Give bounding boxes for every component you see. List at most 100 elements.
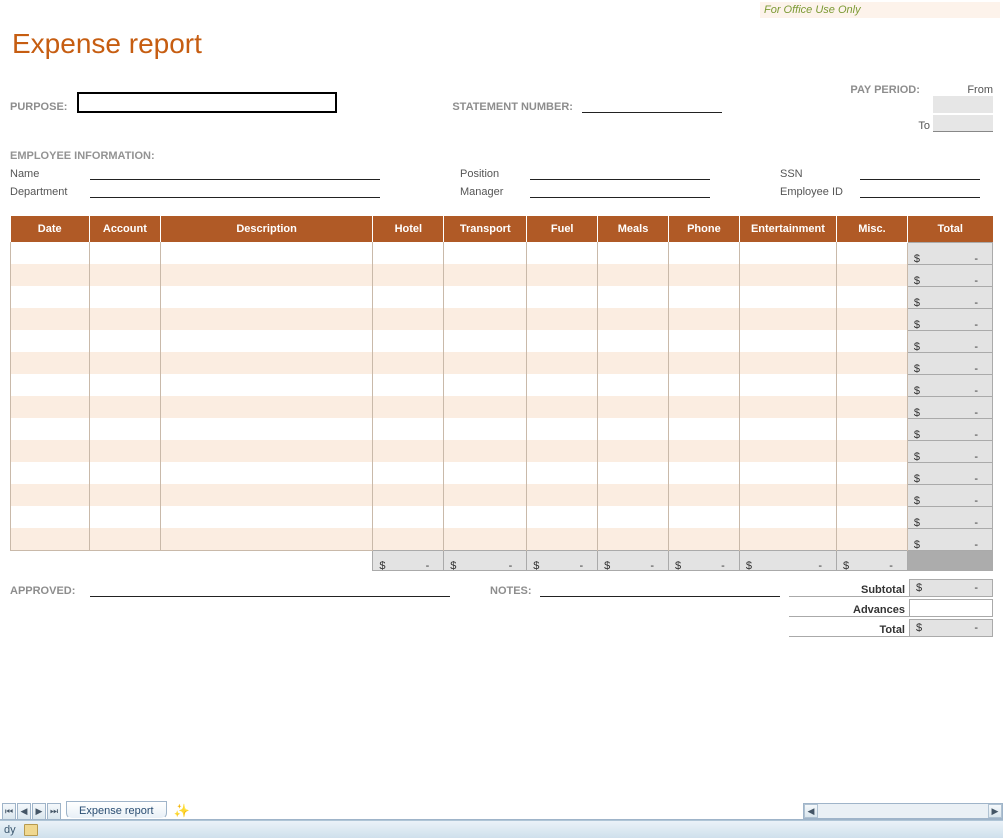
table-cell[interactable] xyxy=(527,264,598,286)
table-cell[interactable] xyxy=(598,484,669,506)
table-cell[interactable] xyxy=(598,330,669,352)
table-cell[interactable] xyxy=(11,462,90,484)
table-cell[interactable] xyxy=(668,528,739,550)
table-cell[interactable] xyxy=(444,484,527,506)
table-cell[interactable] xyxy=(444,374,527,396)
tab-nav-last[interactable]: ⏭ xyxy=(47,803,61,819)
department-input[interactable] xyxy=(90,184,380,198)
table-cell[interactable] xyxy=(160,396,373,418)
table-cell[interactable] xyxy=(598,418,669,440)
table-cell[interactable] xyxy=(527,396,598,418)
table-cell[interactable] xyxy=(89,308,160,330)
tab-nav-first[interactable]: ⏮ xyxy=(2,803,16,819)
table-cell[interactable] xyxy=(739,396,836,418)
table-cell[interactable] xyxy=(598,506,669,528)
table-cell[interactable] xyxy=(89,374,160,396)
table-cell[interactable] xyxy=(527,528,598,550)
table-cell[interactable] xyxy=(373,484,444,506)
sheet-tab[interactable]: Expense report xyxy=(66,801,167,819)
table-cell[interactable] xyxy=(11,374,90,396)
table-cell[interactable] xyxy=(598,374,669,396)
statement-number-input[interactable] xyxy=(582,99,722,113)
table-cell[interactable] xyxy=(598,242,669,264)
ssn-input[interactable] xyxy=(860,166,980,180)
table-cell[interactable] xyxy=(837,440,908,462)
purpose-input[interactable] xyxy=(77,92,337,113)
table-cell[interactable] xyxy=(11,418,90,440)
table-cell[interactable] xyxy=(89,330,160,352)
table-cell[interactable] xyxy=(160,264,373,286)
table-cell[interactable] xyxy=(668,418,739,440)
table-cell[interactable] xyxy=(11,330,90,352)
table-cell[interactable] xyxy=(598,528,669,550)
table-cell[interactable] xyxy=(89,484,160,506)
table-cell[interactable] xyxy=(11,506,90,528)
table-cell[interactable] xyxy=(89,286,160,308)
table-cell[interactable] xyxy=(160,242,373,264)
table-cell[interactable] xyxy=(160,506,373,528)
table-cell[interactable] xyxy=(668,308,739,330)
table-cell[interactable] xyxy=(373,506,444,528)
insert-sheet-icon[interactable]: ✨ xyxy=(171,803,193,819)
table-cell[interactable] xyxy=(668,242,739,264)
table-cell[interactable] xyxy=(668,462,739,484)
pay-period-to-input[interactable] xyxy=(933,115,993,132)
table-cell[interactable] xyxy=(373,242,444,264)
employee-id-input[interactable] xyxy=(860,184,980,198)
table-cell[interactable] xyxy=(373,528,444,550)
table-cell[interactable] xyxy=(837,396,908,418)
notes-input[interactable] xyxy=(540,583,780,597)
table-cell[interactable] xyxy=(373,286,444,308)
table-cell[interactable] xyxy=(598,352,669,374)
table-cell[interactable] xyxy=(837,330,908,352)
table-cell[interactable] xyxy=(444,462,527,484)
table-cell[interactable] xyxy=(837,286,908,308)
table-cell[interactable] xyxy=(444,528,527,550)
position-input[interactable] xyxy=(530,166,710,180)
table-cell[interactable] xyxy=(11,264,90,286)
table-cell[interactable] xyxy=(739,352,836,374)
table-cell[interactable] xyxy=(160,330,373,352)
approved-input[interactable] xyxy=(90,583,450,597)
table-cell[interactable] xyxy=(160,418,373,440)
table-cell[interactable] xyxy=(373,396,444,418)
table-cell[interactable] xyxy=(373,352,444,374)
hscroll-right-icon[interactable]: ▶ xyxy=(988,804,1002,818)
table-cell[interactable] xyxy=(11,352,90,374)
table-cell[interactable] xyxy=(668,374,739,396)
table-cell[interactable] xyxy=(598,440,669,462)
table-cell[interactable] xyxy=(739,528,836,550)
table-cell[interactable] xyxy=(373,418,444,440)
table-cell[interactable] xyxy=(527,506,598,528)
table-cell[interactable] xyxy=(160,308,373,330)
table-cell[interactable] xyxy=(739,264,836,286)
table-cell[interactable] xyxy=(739,462,836,484)
table-cell[interactable] xyxy=(373,264,444,286)
pay-period-from-input[interactable] xyxy=(933,96,993,113)
table-cell[interactable] xyxy=(837,242,908,264)
table-cell[interactable] xyxy=(837,528,908,550)
table-cell[interactable] xyxy=(11,242,90,264)
table-cell[interactable] xyxy=(89,418,160,440)
table-cell[interactable] xyxy=(89,440,160,462)
table-cell[interactable] xyxy=(89,462,160,484)
table-cell[interactable] xyxy=(444,242,527,264)
table-cell[interactable] xyxy=(444,330,527,352)
table-cell[interactable] xyxy=(373,374,444,396)
table-cell[interactable] xyxy=(160,462,373,484)
table-cell[interactable] xyxy=(739,440,836,462)
table-cell[interactable] xyxy=(444,418,527,440)
table-cell[interactable] xyxy=(598,308,669,330)
table-cell[interactable] xyxy=(11,286,90,308)
table-cell[interactable] xyxy=(444,396,527,418)
table-cell[interactable] xyxy=(160,528,373,550)
table-cell[interactable] xyxy=(739,374,836,396)
tab-nav-next[interactable]: ▶ xyxy=(32,803,46,819)
table-cell[interactable] xyxy=(837,352,908,374)
table-cell[interactable] xyxy=(11,308,90,330)
table-cell[interactable] xyxy=(837,374,908,396)
macro-record-icon[interactable] xyxy=(24,824,38,836)
table-cell[interactable] xyxy=(527,330,598,352)
table-cell[interactable] xyxy=(739,286,836,308)
table-cell[interactable] xyxy=(598,286,669,308)
